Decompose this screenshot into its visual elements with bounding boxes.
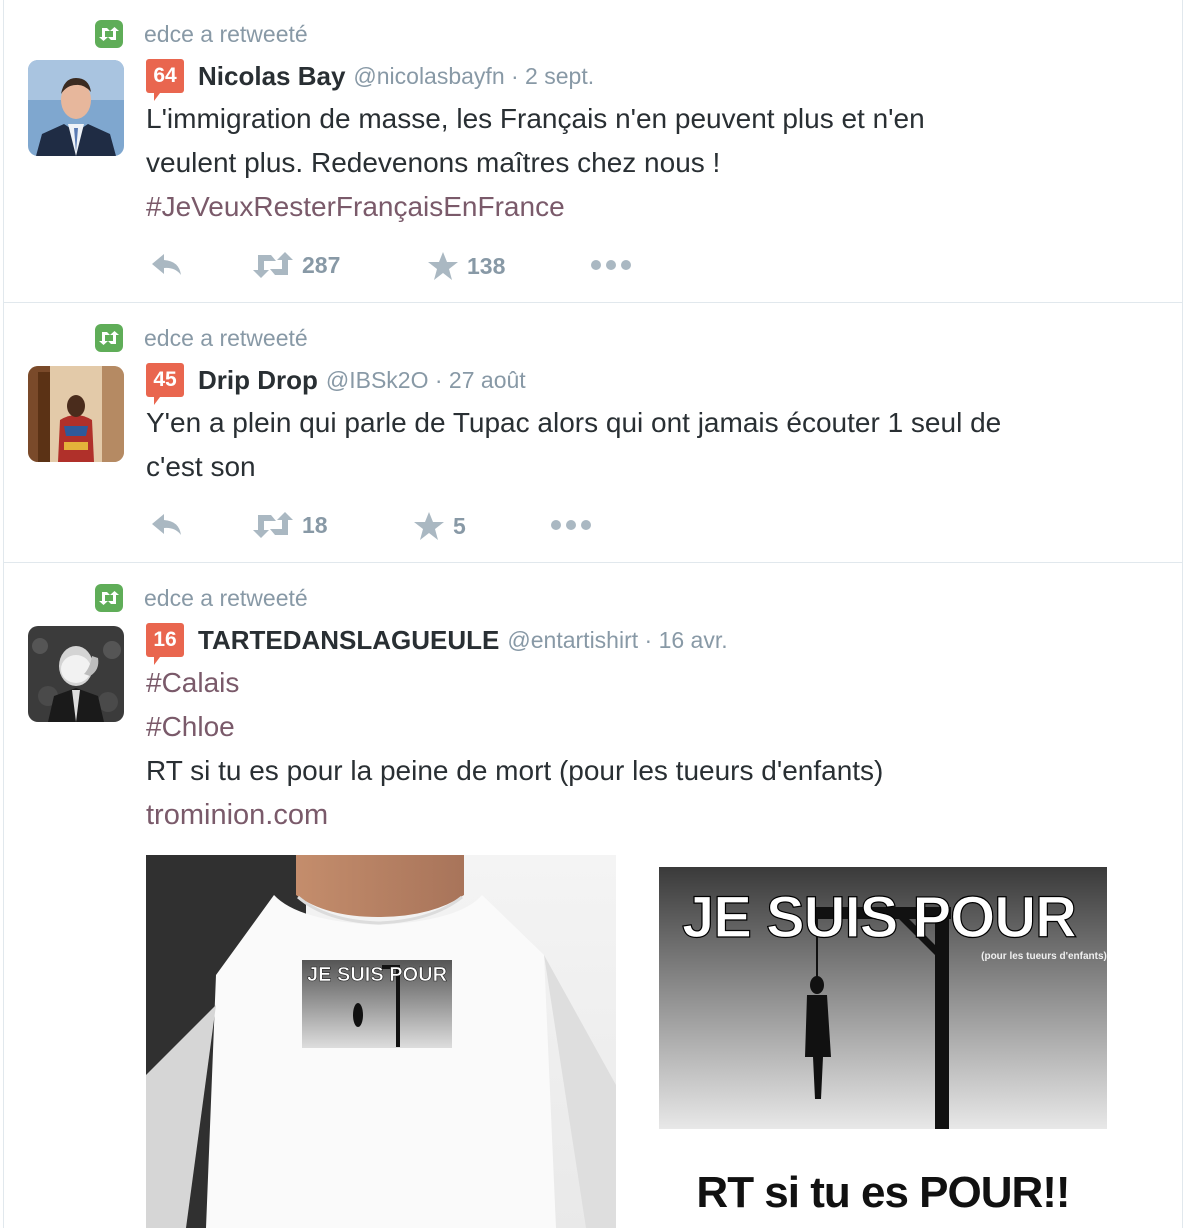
- timeline-stream: edce a retweeté 64 Nicolas Bay @nicolasb…: [3, 0, 1183, 1228]
- favorite-count: 5: [453, 512, 466, 539]
- avatar[interactable]: [28, 60, 124, 156]
- author-handle-date[interactable]: @entartishirt · 16 avr.: [507, 627, 727, 654]
- tweet-header: 45 Drip Drop @IBSk2O · 27 août: [146, 363, 526, 405]
- more-icon[interactable]: [590, 251, 632, 279]
- retweet-count: 287: [302, 251, 341, 278]
- author-handle-date[interactable]: @nicolasbayfn · 2 sept.: [353, 63, 594, 90]
- tshirt-photo[interactable]: JE SUIS POUR: [146, 855, 616, 1228]
- author-name[interactable]: TARTEDANSLAGUEULE: [198, 625, 499, 656]
- hashtag-link[interactable]: #Chloe: [146, 705, 883, 749]
- favorite-count: 138: [467, 252, 506, 279]
- avatar[interactable]: [28, 366, 124, 462]
- tweet-text-line: L'immigration de masse, les Français n'e…: [146, 103, 925, 134]
- retweet-context-text[interactable]: edce a retweeté: [144, 325, 308, 352]
- retweet-icon: [253, 512, 293, 538]
- tweet-text: #Calais #Chloe RT si tu es pour la peine…: [146, 661, 883, 837]
- tweet-text-line: Y'en a plein qui parle de Tupac alors qu…: [146, 407, 1002, 438]
- retweet-context: edce a retweeté: [95, 584, 308, 612]
- hashtag-link[interactable]: #JeVeuxResterFrançaisEnFrance: [146, 185, 925, 229]
- retweet-action[interactable]: 287: [252, 251, 340, 279]
- url-link[interactable]: trominion.com: [146, 793, 883, 837]
- star-icon: [414, 512, 444, 540]
- tweet-media[interactable]: JE SUIS POUR JE SUIS POUR (pour les tueu…: [146, 855, 1126, 1228]
- retweet-context-text[interactable]: edce a retweeté: [144, 21, 308, 48]
- tweet-drip-drop[interactable]: edce a retweeté 45 Drip Drop @IBSk2O · 2…: [4, 303, 1182, 563]
- poster-title: JE SUIS POUR: [682, 885, 1076, 950]
- retweet-context: edce a retweeté: [95, 20, 308, 48]
- score-badge: 45: [146, 363, 184, 405]
- retweet-badge-icon: [95, 324, 123, 352]
- tweet-nicolas-bay[interactable]: edce a retweeté 64 Nicolas Bay @nicolasb…: [4, 0, 1182, 303]
- score-badge: 16: [146, 623, 184, 665]
- tweet-header: 16 TARTEDANSLAGUEULE @entartishirt · 16 …: [146, 623, 728, 665]
- author-handle-date[interactable]: @IBSk2O · 27 août: [326, 367, 526, 394]
- star-icon: [428, 252, 458, 280]
- tweet-text: L'immigration de masse, les Français n'e…: [146, 97, 925, 229]
- more-icon[interactable]: [550, 511, 592, 539]
- reply-icon[interactable]: [150, 511, 184, 539]
- retweet-badge-icon: [95, 584, 123, 612]
- poster-footer: RT si tu es POUR!!: [696, 1168, 1069, 1217]
- avatar[interactable]: [28, 626, 124, 722]
- favorite-action[interactable]: 138: [427, 251, 505, 281]
- retweet-context: edce a retweeté: [95, 324, 308, 352]
- retweet-badge-icon: [95, 20, 123, 48]
- poster-subtitle: (pour les tueurs d'enfants): [981, 951, 1107, 962]
- author-name[interactable]: Nicolas Bay: [198, 61, 345, 92]
- favorite-action[interactable]: 5: [413, 511, 466, 541]
- poster-image[interactable]: JE SUIS POUR (pour les tueurs d'enfants)…: [659, 867, 1107, 1228]
- reply-icon[interactable]: [150, 251, 184, 279]
- hashtag-link[interactable]: #Calais: [146, 661, 883, 705]
- retweet-action[interactable]: 18: [252, 511, 328, 539]
- tweet-text-line: veulent plus. Redevenons maîtres chez no…: [146, 147, 721, 178]
- author-name[interactable]: Drip Drop: [198, 365, 318, 396]
- retweet-context-text[interactable]: edce a retweeté: [144, 585, 308, 612]
- retweet-icon: [253, 252, 293, 278]
- score-badge: 64: [146, 59, 184, 101]
- retweet-count: 18: [302, 511, 328, 538]
- shirt-print-text: JE SUIS POUR: [307, 964, 448, 986]
- tweet-text-line: c'est son: [146, 451, 256, 482]
- tweet-text: Y'en a plein qui parle de Tupac alors qu…: [146, 401, 1001, 489]
- tweet-header: 64 Nicolas Bay @nicolasbayfn · 2 sept.: [146, 59, 594, 101]
- tweet-text-line: RT si tu es pour la peine de mort (pour …: [146, 755, 884, 786]
